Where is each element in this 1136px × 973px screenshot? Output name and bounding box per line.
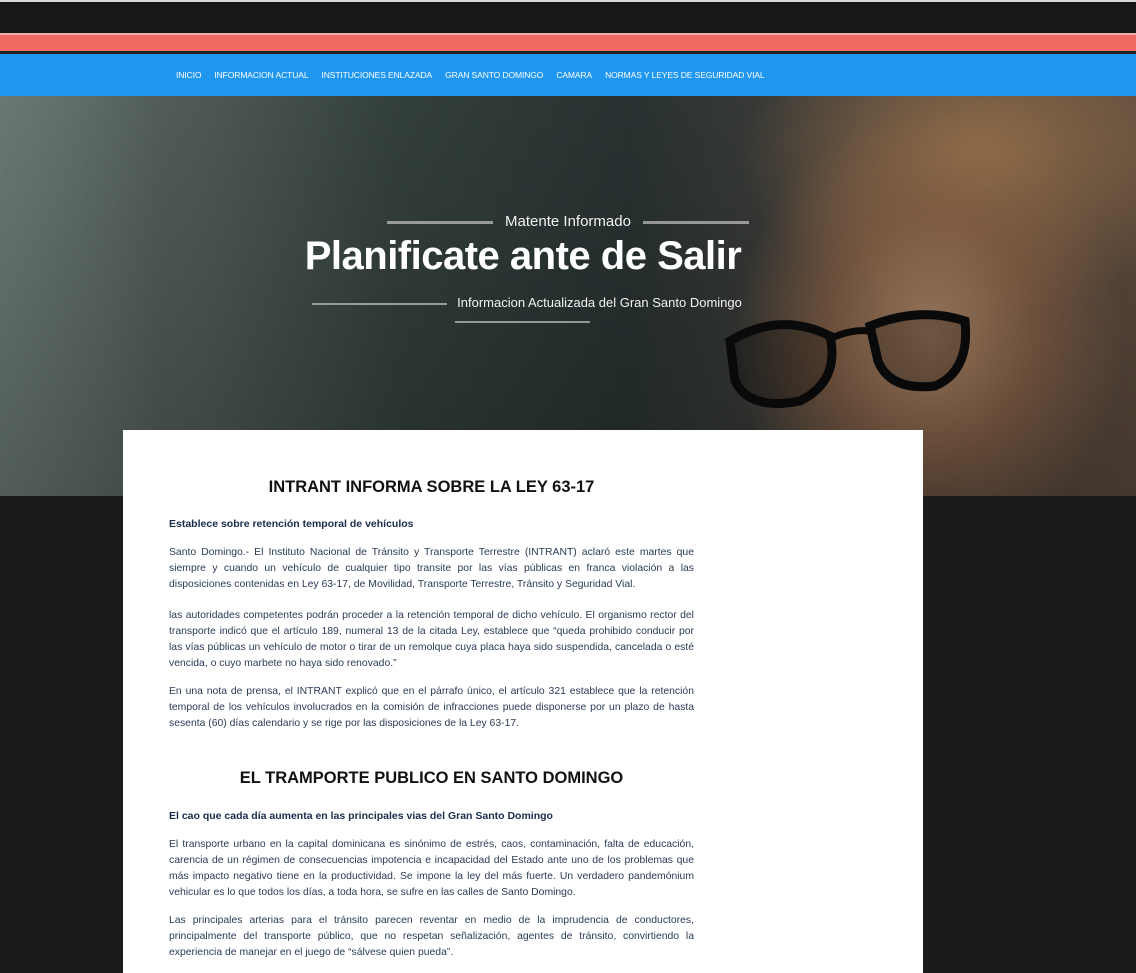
nav-item-camara[interactable]: CAMARA <box>556 70 592 80</box>
pretitle-rule-left <box>387 220 494 224</box>
nav-item-instituciones-enlazada[interactable]: INSTITUCIONES ENLAZADA <box>321 70 432 80</box>
nav-item-informacion-actual[interactable]: INFORMACION ACTUAL <box>214 70 308 80</box>
hero-subtitle-text: Informacion Actualizada del Gran Santo D… <box>457 295 742 310</box>
article-1-paragraph: las autoridades competentes podrán proce… <box>169 610 694 669</box>
hero-subtitle: Informacion Actualizada del Gran Santo D… <box>232 294 812 323</box>
nav-item-gran-santo-domingo[interactable]: GRAN SANTO DOMINGO <box>445 70 543 80</box>
content-card: INTRANT INFORMA SOBRE LA LEY 63-17 Estab… <box>123 430 923 973</box>
accent-strip <box>0 33 1136 51</box>
browser-top-bar <box>0 0 1136 33</box>
hero-title: Planificate ante de Salir <box>304 234 742 278</box>
nav-item-normas-leyes[interactable]: NORMAS Y LEYES DE SEGURIDAD VIAL <box>605 70 765 80</box>
hero-pretitle-text: Matente Informado <box>505 213 631 230</box>
nav-menu: INICIO INFORMACION ACTUAL INSTITUCIONES … <box>176 54 778 96</box>
article-2-title: EL TRAMPORTE PUBLICO EN SANTO DOMINGO <box>239 769 624 787</box>
main-navigation: INICIO INFORMACION ACTUAL INSTITUCIONES … <box>0 54 1136 96</box>
article-2-paragraph: El transporte urbano en la capital domin… <box>169 839 694 898</box>
subtitle-rule-right <box>454 320 590 323</box>
hero-pretitle: Matente Informado <box>0 213 1136 231</box>
nav-item-inicio[interactable]: INICIO <box>176 70 201 80</box>
subtitle-rule-left <box>312 302 448 305</box>
article-1-title: INTRANT INFORMA SOBRE LA LEY 63-17 <box>268 478 595 496</box>
pretitle-rule-right <box>642 220 749 224</box>
article-1-lead: Establece sobre retención temporal de ve… <box>169 518 414 530</box>
article-1-paragraph: En una nota de prensa, el INTRANT explic… <box>169 686 694 729</box>
article-1-paragraph: Santo Domingo.- El Instituto Nacional de… <box>169 547 694 590</box>
article-2-lead: El cao que cada día aumenta en las princ… <box>169 810 553 822</box>
article-2-paragraph: Las principales arterias para el tránsit… <box>169 915 694 958</box>
